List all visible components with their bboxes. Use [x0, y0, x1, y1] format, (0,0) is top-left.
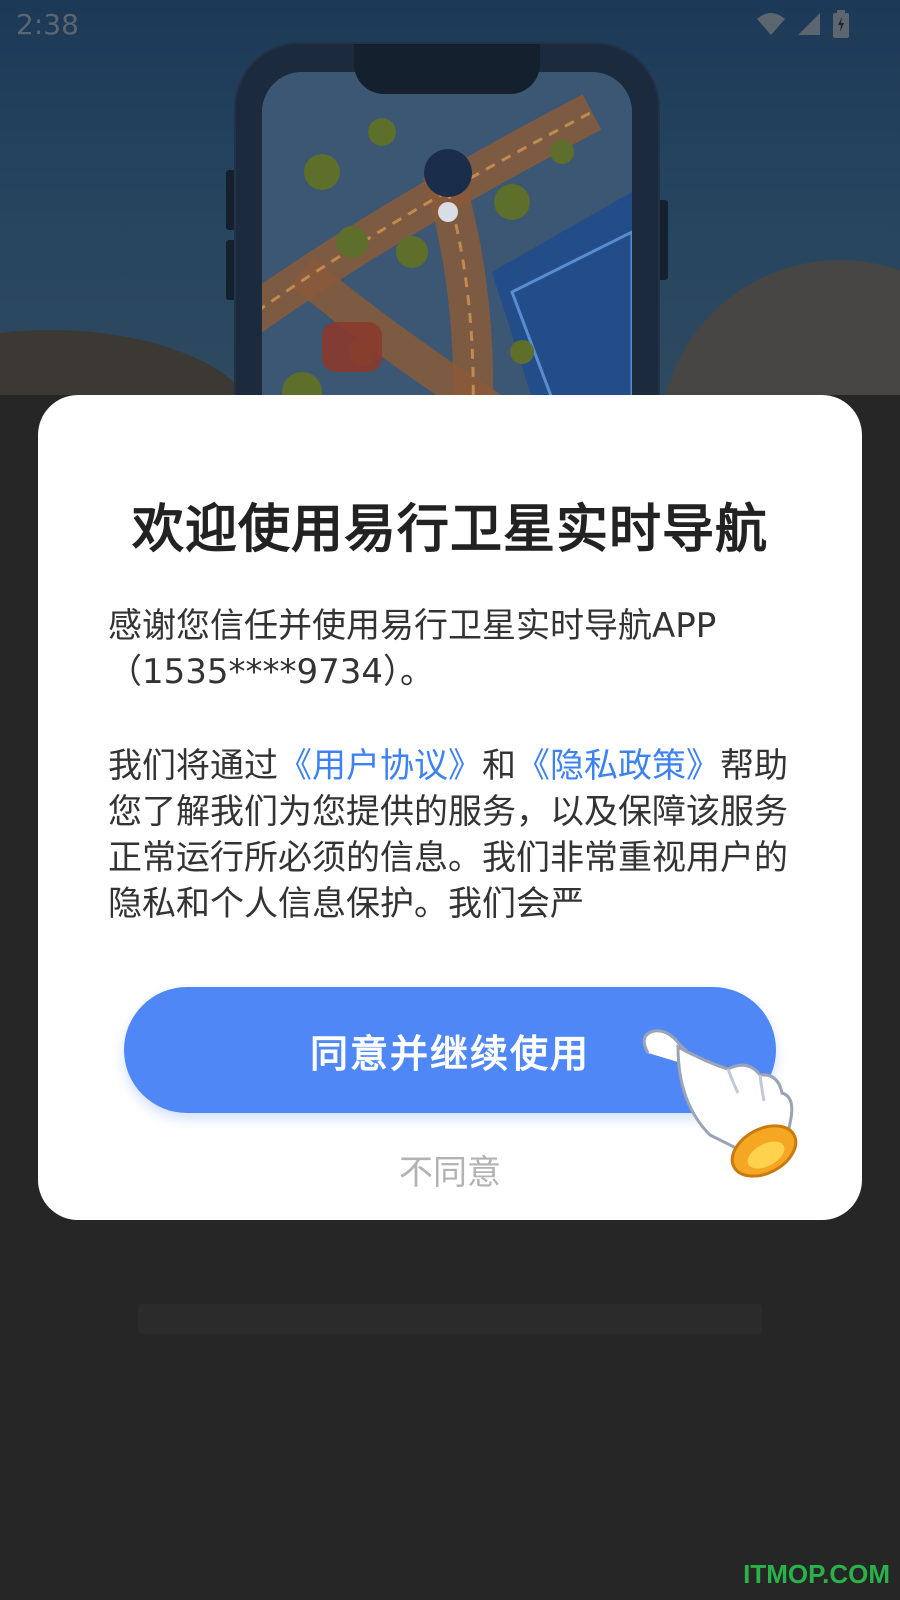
privacy-dialog: 欢迎使用易行卫星实时导航 感谢您信任并使用易行卫星实时导航APP（1535***…: [38, 395, 862, 1220]
user-agreement-link[interactable]: 《用户协议》: [278, 746, 482, 786]
battery-icon: [833, 10, 849, 38]
phone-side-button: [226, 240, 236, 300]
map-graphic: [262, 72, 632, 395]
background-bar: [138, 1304, 762, 1334]
agreement-text-and: 和: [482, 746, 516, 786]
wifi-icon: [757, 13, 785, 35]
phone-illustration: [236, 44, 658, 395]
background-decoration: [660, 260, 900, 395]
phone-side-button: [658, 200, 668, 280]
welcome-text: 感谢您信任并使用易行卫星实时导航APP（1535****9734）。: [108, 606, 717, 692]
agreement-text: 我们将通过《用户协议》和《隐私政策》帮助您了解我们为您提供的服务，以及保障该服务…: [108, 743, 808, 927]
map-illustration: [262, 72, 632, 395]
watermark: ITMOP.COM: [743, 1559, 890, 1589]
status-time: 2:38: [16, 8, 79, 41]
dialog-body: 感谢您信任并使用易行卫星实时导航APP（1535****9734）。 我们将通过…: [108, 603, 808, 927]
disagree-button[interactable]: 不同意: [38, 1145, 862, 1194]
signal-icon: [798, 13, 820, 35]
phone-notch: [354, 44, 540, 94]
agree-button-label: 同意并继续使用: [309, 1031, 590, 1076]
background-hero: [0, 0, 900, 395]
agreement-text-prefix: 我们将通过: [108, 746, 278, 786]
dialog-title: 欢迎使用易行卫星实时导航: [131, 500, 768, 560]
background-decoration: [0, 330, 260, 395]
status-icons: [756, 10, 850, 38]
phone-side-button: [226, 170, 236, 230]
status-bar: 2:38: [0, 0, 900, 50]
privacy-policy-link[interactable]: 《隐私政策》: [516, 746, 720, 786]
